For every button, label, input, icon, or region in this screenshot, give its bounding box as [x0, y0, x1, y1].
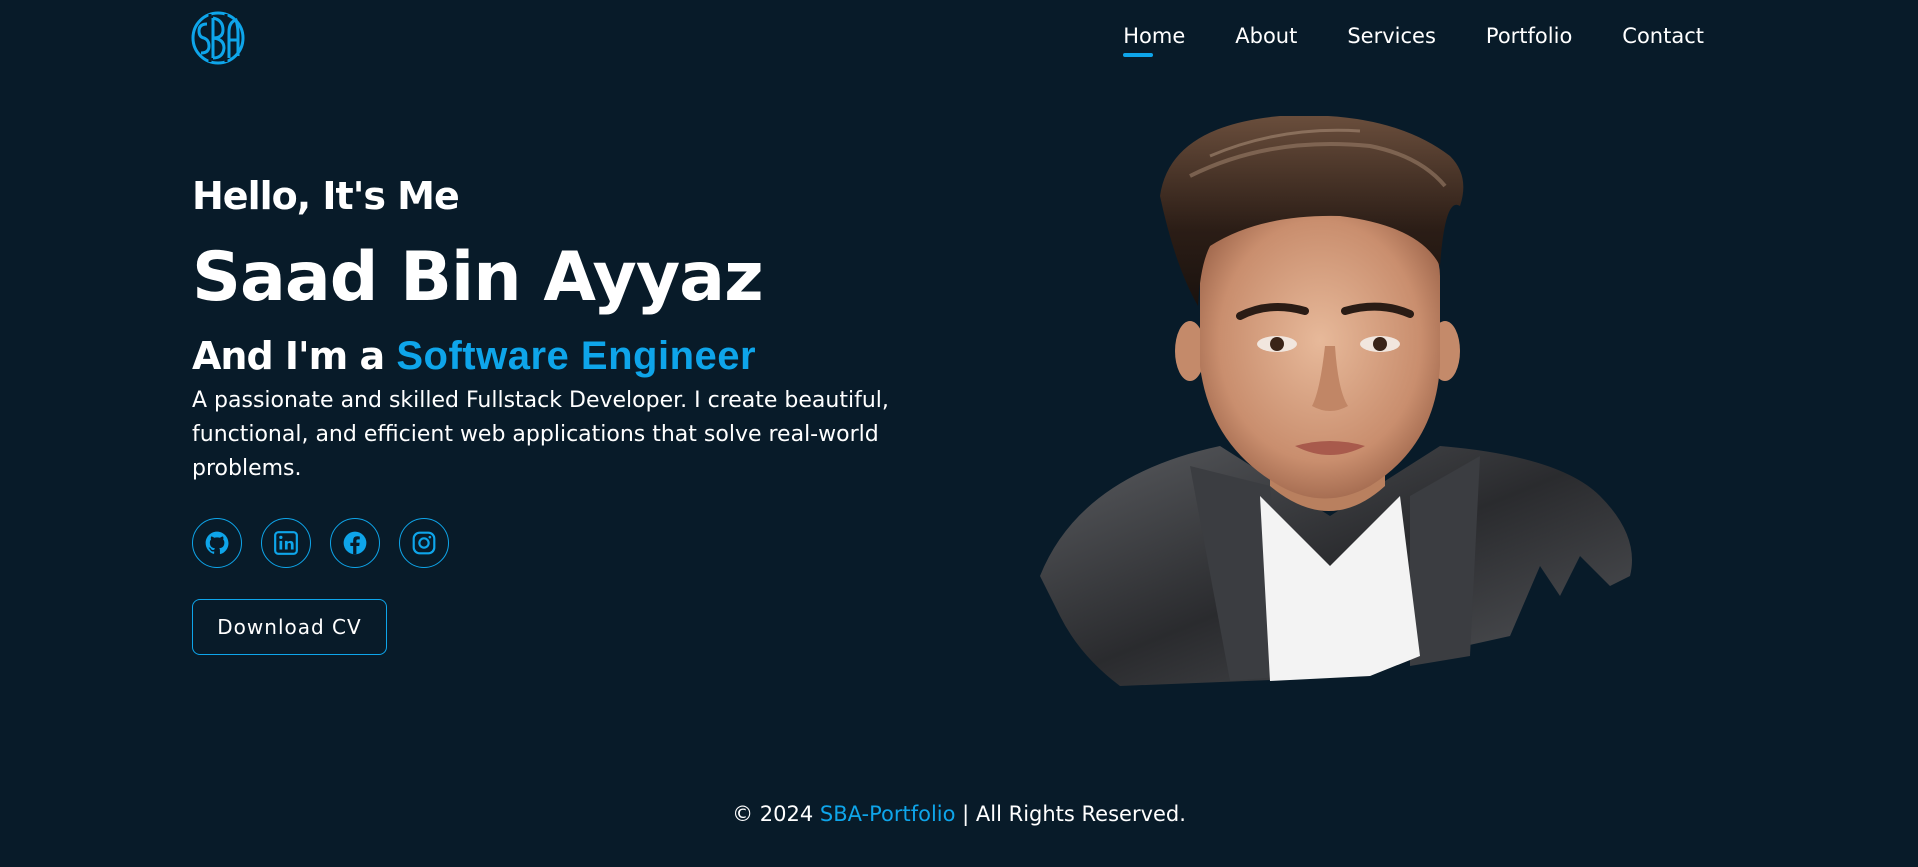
bio-text: A passionate and skilled Fullstack Devel… [192, 388, 889, 481]
social-links [192, 518, 952, 568]
role-prefix: And I'm a [192, 334, 397, 378]
portfolio-page: Home About Services Portfolio Contact He… [0, 0, 1918, 867]
facebook-link[interactable] [330, 518, 380, 568]
linkedin-icon [274, 531, 298, 555]
nav-contact[interactable]: Contact [1622, 24, 1704, 56]
facebook-icon [343, 531, 367, 555]
hero-section: Hello, It's Me Saad Bin Ayyaz And I'm a … [192, 172, 952, 655]
linkedin-link[interactable] [261, 518, 311, 568]
profile-portrait [1040, 116, 1632, 686]
github-icon [205, 531, 229, 555]
logo[interactable] [190, 10, 246, 66]
instagram-icon [412, 531, 436, 555]
download-cv-button[interactable]: Download CV [192, 599, 387, 655]
footer-copyright: © 2024 [732, 802, 820, 826]
github-link[interactable] [192, 518, 242, 568]
greeting: Hello, It's Me [192, 174, 460, 218]
nav-home[interactable]: Home [1123, 24, 1185, 57]
nav-about[interactable]: About [1235, 24, 1297, 56]
instagram-link[interactable] [399, 518, 449, 568]
role-title: Software Engineer [396, 334, 757, 378]
hero-name: Saad Bin Ayyaz [192, 238, 764, 317]
site-footer: © 2024 SBA-Portfolio | All Rights Reserv… [0, 802, 1918, 826]
site-header: Home About Services Portfolio Contact [0, 0, 1918, 78]
footer-brand-link[interactable]: SBA-Portfolio [820, 802, 956, 826]
footer-rights: | All Rights Reserved. [955, 802, 1186, 826]
nav-services[interactable]: Services [1347, 24, 1436, 56]
main-nav: Home About Services Portfolio Contact [1123, 24, 1704, 57]
nav-portfolio[interactable]: Portfolio [1486, 24, 1572, 56]
role-line: And I'm a Software Engineer [192, 332, 952, 380]
